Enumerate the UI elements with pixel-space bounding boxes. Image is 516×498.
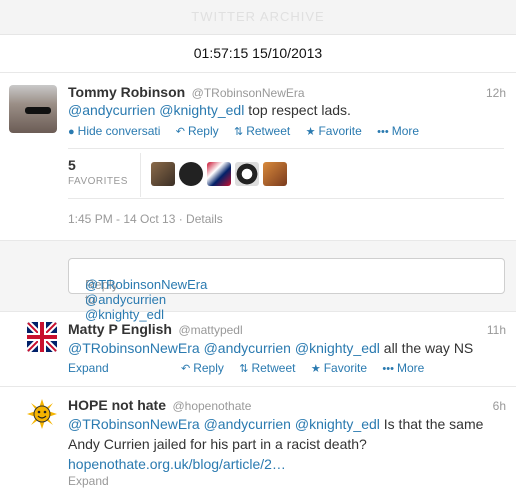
tweet-date-details[interactable]: 1:45 PM - 14 Oct 13 · Details	[68, 212, 223, 226]
tweet-body: Is that the same	[383, 416, 484, 432]
reply-button[interactable]: ↶ Reply	[181, 361, 224, 375]
faded-title: TWITTER ARCHIVE	[191, 9, 325, 24]
author-handle[interactable]: @hopenothate	[172, 399, 251, 413]
divider	[0, 72, 516, 73]
retweet-button[interactable]: ⇅ Retweet	[234, 124, 290, 138]
tweet-body: top respect lads.	[248, 102, 351, 118]
retweet-button[interactable]: ⇅ Retweet	[239, 361, 295, 375]
reply-arrow-icon: ↶	[181, 363, 191, 375]
tweet-body: Andy Currien jailed for his part in a ra…	[68, 436, 367, 452]
author-name[interactable]: Matty P English	[68, 321, 172, 337]
favoriters-avatars	[151, 162, 291, 191]
author-name[interactable]: HOPE not hate	[68, 397, 166, 413]
avatar-tommy-robinson[interactable]	[9, 85, 57, 133]
speech-bubble-icon: ●	[68, 126, 75, 138]
favorites-label[interactable]: FAVORITES	[68, 176, 128, 187]
ellipsis-icon: •••	[377, 126, 389, 138]
more-button[interactable]: ••• More	[382, 361, 424, 375]
mention-link[interactable]: @TRobinsonNewEra @andycurrien @knighty_e…	[68, 416, 380, 432]
tweet-body: all the way NS	[383, 340, 474, 356]
tweet-actions: ↶ Reply ⇅ Retweet ★ Favorite ••• More	[181, 361, 436, 375]
ellipsis-icon: •••	[382, 363, 394, 375]
star-icon: ★	[305, 126, 316, 138]
tweet-header: Matty P English @mattypedl	[68, 321, 243, 339]
tweet-time[interactable]: 11h	[487, 323, 506, 337]
mention-link[interactable]: @andycurrien	[68, 102, 155, 118]
retweet-icon: ⇅	[239, 363, 249, 375]
avatar-matty-p-english[interactable]	[27, 322, 57, 352]
capture-timestamp: 01:57:15 15/10/2013	[193, 45, 323, 61]
tweet-time[interactable]: 6h	[493, 399, 506, 413]
tweet-actions: ● Hide conversati ↶ Reply ⇅ Retweet ★ Favori…	[68, 124, 431, 138]
favoriter-avatar[interactable]	[263, 162, 287, 186]
reply-input[interactable]: Reply to @TRobinsonNewEra @andycurrien @…	[68, 258, 505, 322]
avatar-hope-not-hate[interactable]	[27, 399, 57, 429]
author-handle[interactable]: @TRobinsonNewEra	[192, 86, 305, 100]
reply-button[interactable]: ↶ Reply	[176, 124, 219, 138]
sunglasses-shape	[25, 107, 51, 114]
tweet-text: @TRobinsonNewEra @andycurrien @knighty_e…	[68, 338, 473, 358]
favorite-button[interactable]: ★ Favorite	[311, 361, 367, 375]
tweet-text: @TRobinsonNewEra @andycurrien @knighty_e…	[68, 414, 508, 474]
more-button[interactable]: ••• More	[377, 124, 419, 138]
sun-logo-icon	[27, 399, 57, 429]
favoriter-avatar[interactable]	[151, 162, 175, 186]
expand-link[interactable]: Expand	[68, 474, 109, 488]
author-handle[interactable]: @mattypedl	[178, 323, 242, 337]
author-name[interactable]: Tommy Robinson	[68, 84, 185, 100]
favorites-count[interactable]: 5	[68, 157, 76, 173]
favoriter-avatar[interactable]	[207, 162, 231, 186]
divider	[68, 198, 504, 199]
star-icon: ★	[310, 363, 321, 375]
divider	[0, 386, 516, 387]
favoriter-avatar[interactable]	[235, 162, 259, 186]
favorite-button[interactable]: ★ Favorite	[306, 124, 362, 138]
mention-link[interactable]: @TRobinsonNewEra @andycurrien @knighty_e…	[68, 340, 380, 356]
divider	[68, 148, 504, 149]
union-flag-icon	[27, 322, 57, 352]
reply-arrow-icon: ↶	[175, 126, 185, 138]
divider	[140, 153, 141, 197]
mention-link[interactable]: @knighty_edl	[159, 102, 244, 118]
article-link[interactable]: hopenothate.org.uk/blog/article/2…	[68, 456, 286, 472]
tweet-header: HOPE not hate @hopenothate	[68, 397, 251, 415]
expand-link[interactable]: Expand	[68, 361, 109, 375]
tweet-text: @andycurrien @knighty_edl top respect la…	[68, 100, 351, 120]
hide-conversation-button[interactable]: ● Hide conversati	[68, 124, 160, 138]
tweet-time[interactable]: 12h	[486, 86, 506, 100]
retweet-icon: ⇅	[233, 126, 244, 138]
favoriter-avatar[interactable]	[179, 162, 203, 186]
